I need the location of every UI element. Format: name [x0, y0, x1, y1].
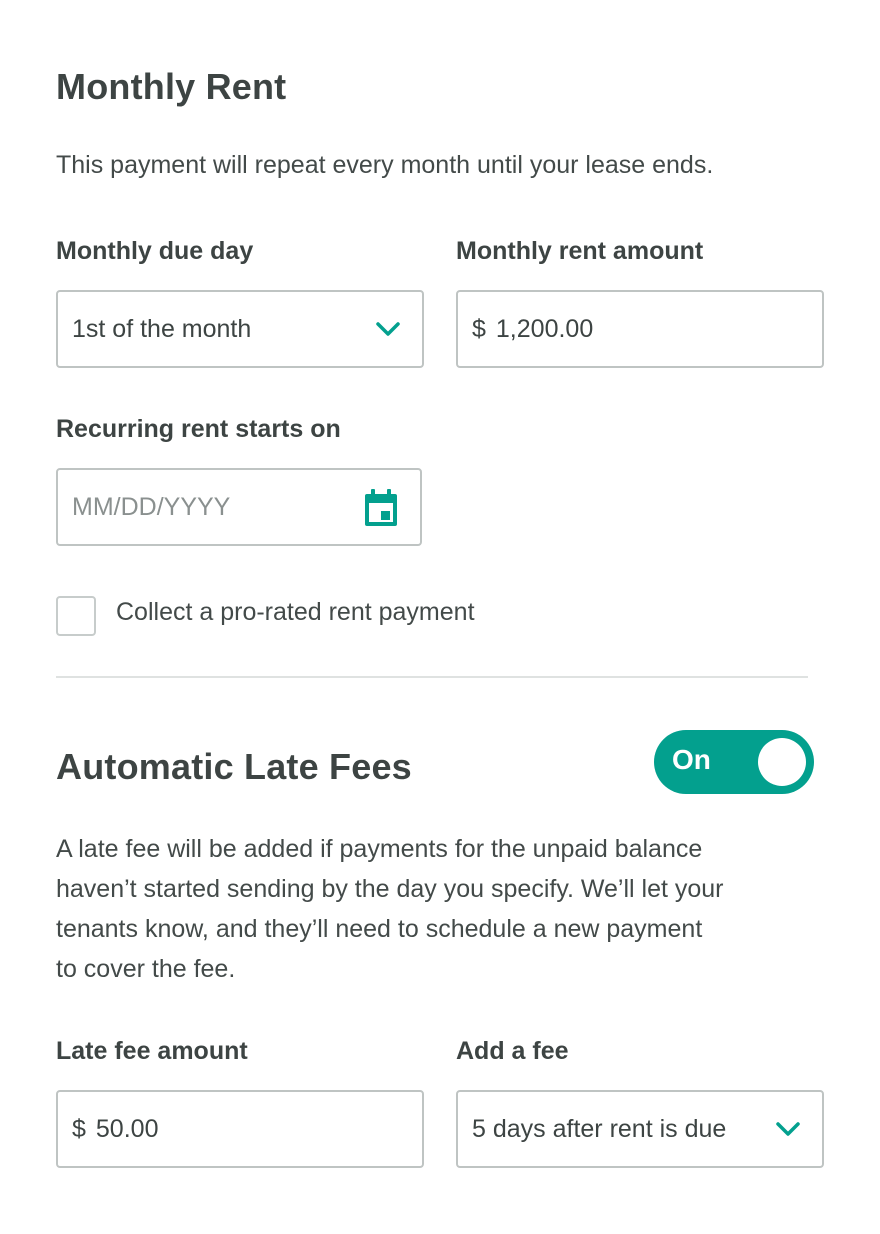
rent-amount-value: 1,200.00: [495, 314, 594, 343]
section-divider: [56, 676, 808, 678]
fee-currency-symbol: $: [72, 1114, 86, 1143]
monthly-rent-title: Monthly Rent: [56, 66, 287, 107]
rent-amount-label: Monthly rent amount: [456, 237, 704, 265]
late-fees-title: Automatic Late Fees: [56, 746, 412, 787]
start-date-label: Recurring rent starts on: [56, 415, 341, 443]
monthly-rent-description: This payment will repeat every month unt…: [56, 151, 714, 179]
due-day-select[interactable]: 1st of the month: [56, 290, 424, 368]
chevron-down-icon: [376, 322, 400, 336]
description-line: haven’t started sending by the day you s…: [56, 875, 724, 903]
due-day-label: Monthly due day: [56, 237, 254, 265]
start-date-placeholder: MM/DD/YYYY: [72, 492, 231, 521]
add-fee-value: 5 days after rent is due: [472, 1114, 727, 1143]
late-fees-toggle[interactable]: On: [654, 730, 814, 794]
calendar-icon[interactable]: [362, 488, 400, 528]
toggle-state-label: On: [672, 744, 711, 775]
description-line: tenants know, and they’ll need to schedu…: [56, 915, 703, 943]
add-fee-label: Add a fee: [456, 1037, 569, 1065]
fee-amount-input[interactable]: $ 50.00: [56, 1090, 424, 1168]
add-fee-select[interactable]: 5 days after rent is due: [456, 1090, 824, 1168]
toggle-knob: [758, 738, 806, 786]
rent-currency-symbol: $: [472, 314, 486, 343]
prorated-checkbox-label[interactable]: Collect a pro-rated rent payment: [116, 598, 475, 627]
due-day-value: 1st of the month: [72, 314, 252, 343]
rent-amount-input[interactable]: $ 1,200.00: [456, 290, 824, 368]
late-fees-description: A late fee will be added if payments for…: [56, 829, 724, 989]
fee-amount-value: 50.00: [95, 1114, 159, 1143]
start-date-input[interactable]: MM/DD/YYYY: [56, 468, 422, 546]
prorated-checkbox[interactable]: [56, 596, 96, 636]
fee-amount-label: Late fee amount: [56, 1037, 248, 1065]
description-line: to cover the fee.: [56, 955, 236, 983]
description-line: A late fee will be added if payments for…: [56, 835, 703, 863]
chevron-down-icon: [776, 1122, 800, 1136]
